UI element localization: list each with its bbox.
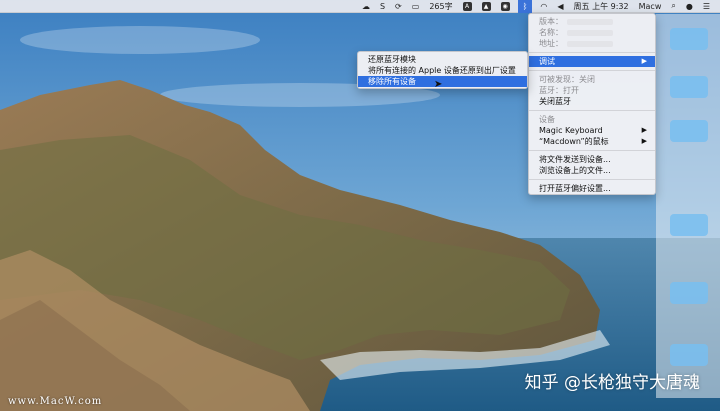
app-icon-a[interactable]: A	[461, 0, 474, 13]
wifi-icon[interactable]: ◠	[538, 0, 549, 13]
device-magic-keyboard[interactable]: Magic Keyboard ▶	[529, 125, 655, 136]
notification-panel	[656, 14, 720, 398]
open-prefs-item[interactable]: 打开蓝牙偏好设置...	[529, 183, 655, 194]
search-icon[interactable]: ⌕	[669, 0, 677, 13]
bt-version: 版本：	[529, 16, 655, 27]
bt-address: 地址：	[529, 38, 655, 49]
submenu-arrow-icon: ▶	[641, 137, 647, 145]
battery-icon[interactable]: ▭	[410, 0, 422, 13]
panel-tile[interactable]	[670, 28, 708, 50]
panel-tile[interactable]	[670, 282, 708, 304]
site-watermark: www.MacW.com	[8, 396, 103, 407]
bluetooth-status: 蓝牙：打开	[539, 86, 579, 95]
app-icon-c[interactable]: ◉	[499, 0, 512, 13]
notification-center-icon[interactable]: ☰	[701, 0, 712, 13]
panel-tile[interactable]	[670, 120, 708, 142]
bt-name: 名称：	[529, 27, 655, 38]
devices-header: 设备	[539, 115, 555, 124]
menu-bar: ☁ S ⟳ ▭ 265字 A ▲ ◉ ᛒ ◠ ◀ 周五 上午 9:32 Macw…	[0, 0, 720, 13]
debug-submenu: 还原蓝牙模块 将所有连接的 Apple 设备还原到出厂设置 移除所有设备	[357, 51, 528, 89]
discoverable-status: 可被发现：关闭	[539, 75, 595, 84]
debug-menu-item[interactable]: 调试 ▶	[529, 56, 655, 67]
submenu-arrow-icon: ▶	[641, 126, 647, 134]
separator	[529, 52, 655, 53]
siri-icon[interactable]: ●	[684, 0, 695, 13]
username[interactable]: Macw	[637, 0, 664, 13]
panel-tile[interactable]	[670, 214, 708, 236]
browse-files-item[interactable]: 浏览设备上的文件...	[529, 165, 655, 176]
turn-off-bluetooth-item[interactable]: 关闭蓝牙	[529, 96, 655, 107]
reset-module-item[interactable]: 还原蓝牙模块	[358, 54, 527, 65]
bluetooth-menu: 版本： 名称： 地址： 调试 ▶ 可被发现：关闭 蓝牙：打开 关闭蓝牙 设备 Ma…	[528, 13, 656, 195]
bluetooth-icon[interactable]: ᛒ	[517, 0, 533, 13]
sync-icon[interactable]: ⟳	[393, 0, 404, 13]
word-count[interactable]: 265字	[427, 0, 454, 13]
app-icon-b[interactable]: ▲	[480, 0, 493, 13]
panel-tile[interactable]	[670, 344, 708, 366]
device-mouse[interactable]: “Macdown”的鼠标 ▶	[529, 136, 655, 147]
separator	[529, 70, 655, 71]
panel-tile[interactable]	[670, 76, 708, 98]
mouse-cursor-icon: ➤	[434, 79, 443, 90]
factory-reset-item[interactable]: 将所有连接的 Apple 设备还原到出厂设置	[358, 65, 527, 76]
send-file-item[interactable]: 将文件发送到设备...	[529, 154, 655, 165]
separator	[529, 179, 655, 180]
s-app-icon[interactable]: S	[378, 0, 387, 13]
submenu-arrow-icon: ▶	[641, 57, 647, 65]
cloud-icon[interactable]: ☁	[360, 0, 372, 13]
separator	[529, 150, 655, 151]
clock[interactable]: 周五 上午 9:32	[572, 0, 631, 13]
volume-icon[interactable]: ◀	[555, 0, 565, 13]
separator	[529, 110, 655, 111]
author-watermark: 知乎 @长枪独守大唐魂	[524, 373, 700, 393]
remove-all-devices-item[interactable]: 移除所有设备	[358, 76, 527, 87]
